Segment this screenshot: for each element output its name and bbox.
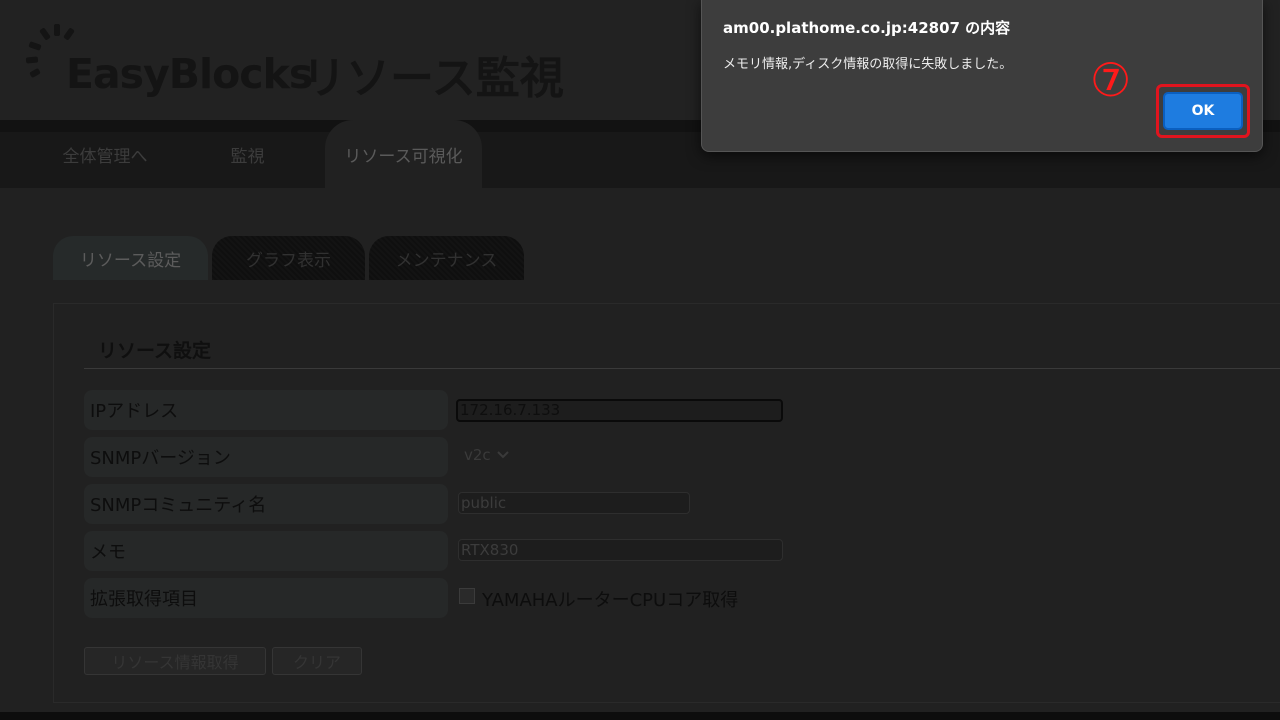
tab-resource-visualization[interactable]: リソース可視化 [325,120,482,188]
brand-name: EasyBlocks [66,50,313,98]
dialog-message: メモリ情報,ディスク情報の取得に失敗しました。 [723,57,1013,72]
clear-button[interactable]: クリア [272,647,362,675]
yamaha-cpu-checkbox[interactable] [459,588,475,604]
form-row-memo: メモ RTX830 [84,531,1280,571]
alert-dialog: am00.plathome.co.jp:42807 の内容 メモリ情報,ディスク… [701,0,1263,152]
form-row-snmp-community: SNMPコミュニティ名 public [84,484,1280,524]
dialog-title: am00.plathome.co.jp:42807 の内容 [723,19,1011,37]
section-divider [84,368,1280,369]
subtab-graph-display[interactable]: グラフ表示 [212,236,365,280]
fetch-resource-info-button[interactable]: リソース情報取得 [84,647,266,675]
ip-address-input[interactable]: 172.16.7.133 [456,399,783,422]
form-row-extended: 拡張取得項目 YAMAHAルーターCPUコア取得 [84,578,1280,618]
ok-button[interactable]: OK [1163,92,1243,130]
form-row-ip: IPアドレス 172.16.7.133 [84,390,1280,430]
memo-input[interactable]: RTX830 [458,539,783,561]
snmp-version-select[interactable]: v2c [462,443,522,467]
section-title: リソース設定 [98,340,212,362]
snmp-community-label: SNMPコミュニティ名 [84,484,448,524]
snmp-version-value: v2c [464,446,491,464]
step-marker: ⑦ [1090,53,1132,107]
snmp-version-label: SNMPバージョン [84,437,448,477]
subtab-maintenance[interactable]: メンテナンス [369,236,524,280]
memo-label: メモ [84,531,448,571]
ip-label: IPアドレス [84,390,448,430]
tab-monitoring[interactable]: 監視 [205,120,290,188]
tab-global-admin[interactable]: 全体管理へ [30,120,180,188]
snmp-community-input[interactable]: public [458,492,690,514]
extended-items-label: 拡張取得項目 [84,578,448,618]
page-title: リソース監視 [302,53,564,104]
subtab-resource-settings[interactable]: リソース設定 [53,236,208,280]
yamaha-cpu-checkbox-label: YAMAHAルーターCPUコア取得 [482,590,739,611]
chevron-down-icon [496,451,509,459]
bottom-strip [0,712,1280,720]
form-row-snmp-version: SNMPバージョン v2c [84,437,1280,477]
